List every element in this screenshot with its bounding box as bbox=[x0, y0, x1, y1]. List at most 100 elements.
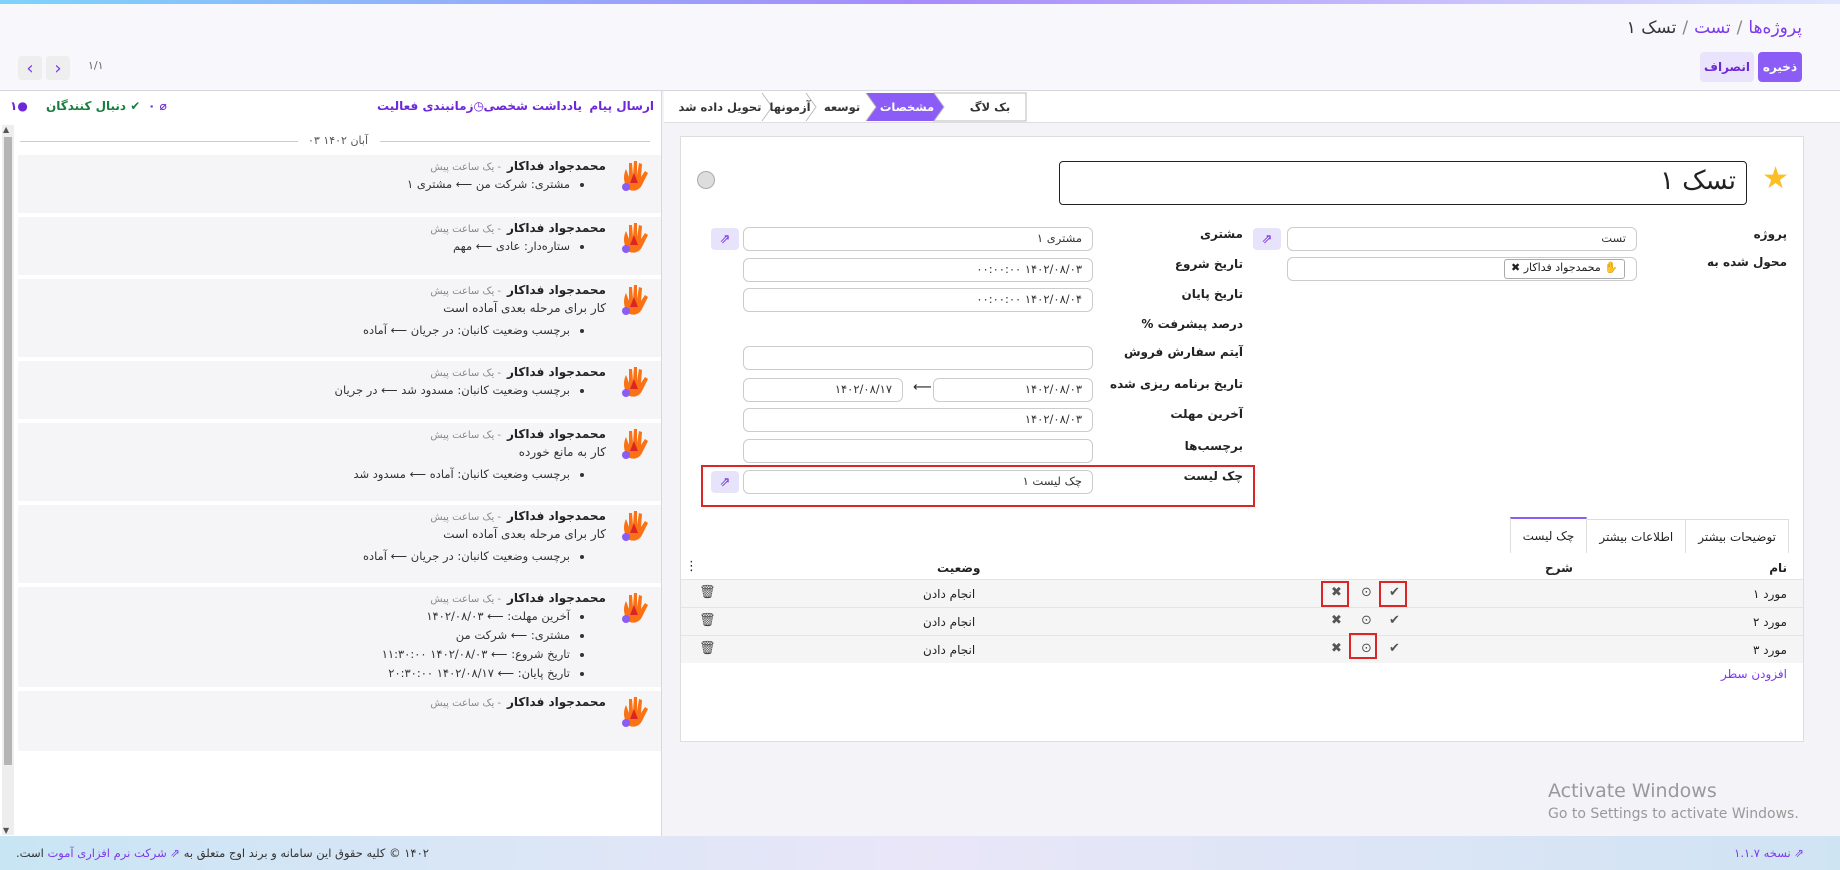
version-link[interactable]: نسخه ۱.۱.۷ ⇗ bbox=[1734, 846, 1804, 860]
start-date-field[interactable]: ۱۴۰۲/۰۸/۰۳ ۰۰:۰۰:۰۰ bbox=[743, 258, 1093, 282]
chatter-message: محمدجواد فداکار- یک ساعت پیش bbox=[18, 691, 661, 751]
project-field[interactable]: تست bbox=[1287, 227, 1637, 251]
customer-external-link-icon[interactable]: ⇗ bbox=[711, 228, 739, 250]
chatter-message: محمدجواد فداکار- یک ساعت پیش کار برای مرح… bbox=[18, 279, 661, 357]
breadcrumb-current: تسک ۱ bbox=[1626, 18, 1677, 38]
stage-tests[interactable]: آزمونها bbox=[764, 91, 816, 123]
column-description[interactable]: شرح bbox=[1545, 561, 1573, 575]
approve-icon[interactable]: ✔ bbox=[1389, 613, 1400, 628]
breadcrumb-project[interactable]: تست bbox=[1694, 18, 1731, 38]
table-row[interactable]: مورد ۳ ✔ ⊙ ✖ انجام دادن 🗑 bbox=[681, 635, 1803, 663]
trash-icon[interactable]: 🗑 bbox=[699, 585, 716, 600]
highlight-action bbox=[1379, 581, 1407, 607]
stage-delivered[interactable]: تحویل داده شد bbox=[678, 91, 762, 123]
planned-to-field[interactable]: ۱۴۰۲/۰۸/۱۷ bbox=[743, 378, 903, 402]
item-status: انجام دادن bbox=[923, 615, 976, 629]
company-link[interactable]: ⇗ شرکت نرم افزاری آموت bbox=[47, 846, 180, 860]
author-avatar-icon[interactable] bbox=[620, 695, 650, 729]
log-note-button[interactable]: یادداشت شخصی bbox=[483, 99, 582, 113]
tab-extra-info[interactable]: اطلاعات بیشتر bbox=[1586, 519, 1687, 553]
highlight-action bbox=[1349, 633, 1377, 659]
cancel-icon[interactable]: ✖ bbox=[1331, 641, 1342, 656]
message-author[interactable]: محمدجواد فداکار- یک ساعت پیش bbox=[430, 427, 606, 441]
project-external-link-icon[interactable]: ⇗ bbox=[1253, 228, 1281, 250]
stage-development[interactable]: توسعه bbox=[814, 91, 870, 123]
column-name[interactable]: نام bbox=[1769, 561, 1787, 575]
sale-item-field[interactable] bbox=[743, 346, 1093, 370]
kanban-state-icon[interactable] bbox=[697, 171, 715, 189]
approve-icon[interactable]: ✔ bbox=[1389, 641, 1400, 656]
attachments-button[interactable]: ⌀ ۰ bbox=[148, 99, 167, 113]
optional-columns-icon[interactable]: ⋮ bbox=[685, 559, 698, 574]
cancel-icon[interactable]: ✖ bbox=[1331, 613, 1342, 628]
item-name[interactable]: مورد ۳ bbox=[1753, 643, 1787, 657]
message-author[interactable]: محمدجواد فداکار- یک ساعت پیش bbox=[430, 509, 606, 523]
item-name[interactable]: مورد ۲ bbox=[1753, 615, 1787, 629]
external-link-icon: ⇗ bbox=[170, 846, 181, 860]
message-author[interactable]: محمدجواد فداکار- یک ساعت پیش bbox=[430, 695, 606, 709]
table-row[interactable]: مورد ۱ ✔ ⊙ ✖ انجام دادن 🗑 bbox=[681, 579, 1803, 607]
assignee-tag: ✋ محمدجواد فداکار ✖ bbox=[1504, 259, 1625, 279]
author-avatar-icon[interactable] bbox=[620, 591, 650, 625]
breadcrumb-projects[interactable]: پروژه‌ها bbox=[1748, 18, 1802, 38]
tracking-change: برچسب وضعیت کانبان: آماده ⟵ مسدود شد bbox=[353, 465, 570, 484]
message-author[interactable]: محمدجواد فداکار- یک ساعت پیش bbox=[430, 283, 606, 297]
task-title-input[interactable]: تسک ۱ bbox=[1059, 161, 1747, 205]
customer-label: مشتری bbox=[1199, 227, 1243, 241]
cancel-button[interactable]: انصراف bbox=[1700, 52, 1754, 82]
tracking-change: برچسب وضعیت کانبان: در جریان ⟵ آماده bbox=[363, 547, 570, 566]
end-date-field[interactable]: ۱۴۰۲/۰۸/۰۴ ۰۰:۰۰:۰۰ bbox=[743, 288, 1093, 312]
table-row[interactable]: مورد ۲ ✔ ⊙ ✖ انجام دادن 🗑 bbox=[681, 607, 1803, 635]
message-author[interactable]: محمدجواد فداکار- یک ساعت پیش bbox=[430, 591, 606, 605]
deadline-label: آخرین مهلت bbox=[1170, 407, 1243, 421]
stage-backlog[interactable]: بک لاگ bbox=[962, 91, 1018, 123]
done-circle-icon[interactable]: ⊙ bbox=[1361, 585, 1372, 600]
tags-field[interactable] bbox=[743, 439, 1093, 463]
author-avatar-icon[interactable] bbox=[620, 159, 650, 193]
followers-button[interactable]: ●۱ bbox=[10, 99, 28, 113]
deadline-field[interactable]: ۱۴۰۲/۰۸/۰۳ bbox=[743, 408, 1093, 432]
chatter-message: محمدجواد فداکار- یک ساعت پیش آخرین مهلت: … bbox=[18, 587, 661, 687]
tracking-change: آخرین مهلت: ⟵ ۱۴۰۲/۰۸/۰۳ bbox=[382, 607, 570, 626]
star-icon[interactable]: ★ bbox=[1762, 161, 1789, 196]
chatter-scrollbar[interactable]: ▲ ▼ bbox=[2, 125, 14, 835]
external-link-icon: ⇗ bbox=[1794, 846, 1804, 860]
chatter-panel: ارسال پیام یادداشت شخصی ◷زمانبندی فعالیت… bbox=[0, 91, 662, 836]
windows-watermark-title: Activate Windows bbox=[1548, 780, 1717, 802]
paperclip-icon: ⌀ bbox=[155, 99, 167, 113]
trash-icon[interactable]: 🗑 bbox=[699, 613, 716, 628]
message-author[interactable]: محمدجواد فداکار- یک ساعت پیش bbox=[430, 159, 606, 173]
done-circle-icon[interactable]: ⊙ bbox=[1361, 613, 1372, 628]
author-avatar-icon[interactable] bbox=[620, 509, 650, 543]
item-name[interactable]: مورد ۱ bbox=[1753, 587, 1787, 601]
copyright-text: ۱۴۰۲ © کلیه حقوق این سامانه و برند اوج م… bbox=[16, 846, 429, 860]
message-author[interactable]: محمدجواد فداکار- یک ساعت پیش bbox=[430, 221, 606, 235]
tab-description[interactable]: توضیحات بیشتر bbox=[1685, 519, 1789, 553]
customer-field[interactable]: مشتری ۱ bbox=[743, 227, 1093, 251]
author-avatar-icon[interactable] bbox=[620, 283, 650, 317]
author-avatar-icon[interactable] bbox=[620, 365, 650, 399]
planned-from-field[interactable]: ۱۴۰۲/۰۸/۰۳ bbox=[933, 378, 1093, 402]
tab-checklist[interactable]: چک لیست bbox=[1509, 517, 1588, 553]
author-avatar-icon[interactable] bbox=[620, 427, 650, 461]
message-author[interactable]: محمدجواد فداکار- یک ساعت پیش bbox=[430, 365, 606, 379]
pager-next-icon[interactable]: › bbox=[46, 56, 70, 80]
trash-icon[interactable]: 🗑 bbox=[699, 641, 716, 656]
add-line-link[interactable]: افزودن سطر bbox=[1721, 667, 1787, 681]
project-label: پروژه bbox=[1753, 227, 1787, 241]
control-panel: پروژه‌ها/تست/تسک ۱ ذخیره انصراف ۱/۱ › ‹ bbox=[0, 4, 1840, 90]
save-button[interactable]: ذخیره bbox=[1758, 52, 1802, 82]
highlight-checklist bbox=[701, 465, 1255, 507]
schedule-activity-button[interactable]: ◷زمانبندی فعالیت bbox=[377, 99, 484, 113]
column-status[interactable]: وضعیت bbox=[937, 561, 980, 575]
follow-button[interactable]: ✔ دنبال کنندگان bbox=[46, 99, 140, 113]
send-message-button[interactable]: ارسال پیام bbox=[589, 99, 654, 113]
chatter-message: محمدجواد فداکار- یک ساعت پیش ستاره‌دار: ع… bbox=[18, 217, 661, 275]
pager-prev-icon[interactable]: ‹ bbox=[18, 56, 42, 80]
chatter-message: محمدجواد فداکار- یک ساعت پیش برچسب وضعیت … bbox=[18, 361, 661, 419]
item-status: انجام دادن bbox=[923, 643, 976, 657]
remove-tag-icon[interactable]: ✖ bbox=[1511, 261, 1520, 274]
author-avatar-icon[interactable] bbox=[620, 221, 650, 255]
stage-specs[interactable]: مشخصات bbox=[874, 91, 940, 123]
chatter-topbar: ارسال پیام یادداشت شخصی ◷زمانبندی فعالیت… bbox=[0, 91, 661, 121]
